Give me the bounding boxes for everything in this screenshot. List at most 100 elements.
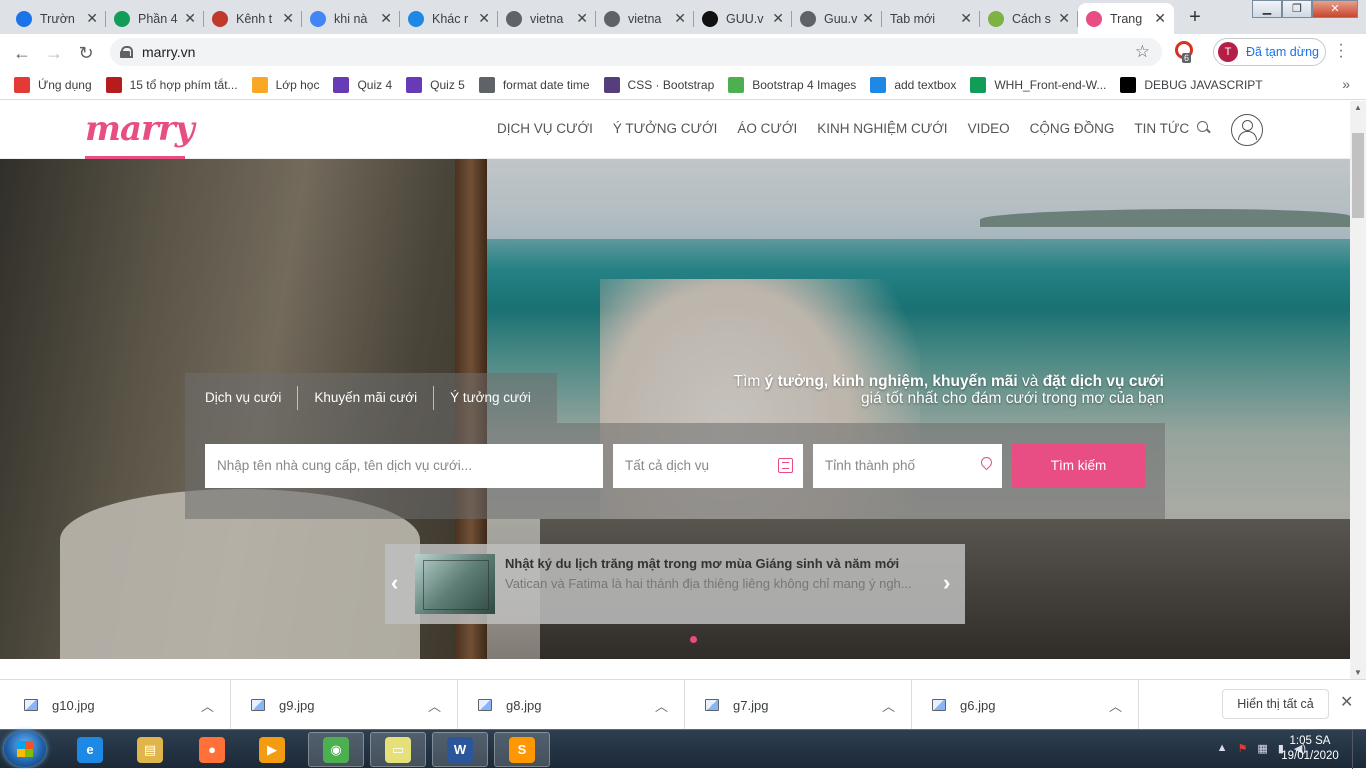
chevron-right-icon[interactable]: › <box>943 570 950 596</box>
browser-tab[interactable]: Cách s ✕ <box>980 3 1078 34</box>
bookmark-item[interactable]: Ứng dụng <box>14 76 92 93</box>
browser-tab[interactable]: Trang ✕ <box>1078 3 1174 34</box>
flag-icon[interactable]: ⚑ <box>1238 742 1248 755</box>
close-tab-icon[interactable]: ✕ <box>1154 10 1166 27</box>
bookmark-item[interactable]: format date time <box>478 76 590 93</box>
maximize-button[interactable]: ❐ <box>1282 0 1312 18</box>
taskbar-app[interactable]: W <box>432 732 488 767</box>
back-button[interactable]: ← <box>8 39 36 67</box>
close-tab-icon[interactable]: ✕ <box>184 10 196 27</box>
bookmark-item[interactable]: add textbox <box>870 76 956 93</box>
tab-wedding-ideas[interactable]: Ý tưởng cưới <box>434 386 547 410</box>
close-icon[interactable]: ✕ <box>1340 692 1353 712</box>
chevron-left-icon[interactable]: ‹ <box>391 570 398 596</box>
nav-item[interactable]: ÁO CƯỚI <box>737 121 797 136</box>
chrome-menu-icon[interactable]: · · · <box>1336 37 1346 65</box>
bookmark-item[interactable]: 15 tổ hợp phím tắt... <box>105 76 238 93</box>
browser-tab[interactable]: Trườn ✕ <box>8 3 106 34</box>
chevron-up-icon[interactable]: ︿ <box>655 696 668 715</box>
close-tab-icon[interactable]: ✕ <box>380 10 392 27</box>
close-tab-icon[interactable]: ✕ <box>86 10 98 27</box>
scroll-down-icon[interactable]: ▼ <box>1354 668 1362 677</box>
browser-tab[interactable]: GUU.v ✕ <box>694 3 792 34</box>
scrollbar-thumb[interactable] <box>1352 133 1364 218</box>
keyword-search-input[interactable]: Nhập tên nhà cung cấp, tên dịch vụ cưới.… <box>205 444 603 488</box>
bookmark-item[interactable]: DEBUG JAVASCRIPT <box>1120 76 1263 93</box>
user-account-icon[interactable] <box>1231 114 1263 146</box>
close-tab-icon[interactable]: ✕ <box>478 10 490 27</box>
close-tab-icon[interactable]: ✕ <box>576 10 588 27</box>
page-scrollbar[interactable]: ▲ ▼ <box>1350 101 1366 679</box>
browser-tab[interactable]: Tab mới ✕ <box>882 3 980 34</box>
profile-button[interactable]: T Đã tạm dừng <box>1213 38 1326 66</box>
close-tab-icon[interactable]: ✕ <box>772 10 784 27</box>
nav-item[interactable]: Ý TƯỞNG CƯỚI <box>613 121 717 136</box>
site-logo[interactable]: marry <box>85 109 195 149</box>
browser-tab[interactable]: khi nà ✕ <box>302 3 400 34</box>
browser-tab[interactable]: vietna ✕ <box>596 3 694 34</box>
chevron-up-icon[interactable]: ︿ <box>882 696 895 715</box>
bookmarks-overflow-icon[interactable]: » <box>1342 76 1350 92</box>
taskbar-app[interactable]: ● <box>184 732 240 767</box>
address-bar[interactable]: marry.vn ☆ <box>110 38 1162 66</box>
browser-tab[interactable]: Kênh t ✕ <box>204 3 302 34</box>
chevron-up-icon[interactable]: ︿ <box>1109 696 1122 715</box>
show-desktop-button[interactable] <box>1352 730 1366 769</box>
close-tab-icon[interactable]: ✕ <box>282 10 294 27</box>
taskbar-app[interactable]: S <box>494 732 550 767</box>
search-icon[interactable] <box>1197 121 1211 135</box>
bookmark-item[interactable]: WHH_Front-end-W... <box>970 76 1106 93</box>
taskbar-app[interactable]: ◉ <box>308 732 364 767</box>
download-item[interactable]: g10.jpg ︿ <box>4 680 231 730</box>
news-title[interactable]: Nhật ký du lịch trăng mật trong mơ mùa G… <box>505 556 899 571</box>
browser-tab[interactable]: Phần 4 ✕ <box>106 3 204 34</box>
apps-grid-icon <box>14 76 30 93</box>
start-button[interactable] <box>4 731 46 767</box>
slider-dot[interactable] <box>690 636 697 643</box>
close-tab-icon[interactable]: ✕ <box>674 10 686 27</box>
nav-item[interactable]: CỘNG ĐỒNG <box>1030 121 1115 136</box>
download-item[interactable]: g7.jpg ︿ <box>685 680 912 730</box>
tab-wedding-services[interactable]: Dịch vụ cưới <box>189 386 299 410</box>
chevron-up-icon[interactable]: ︿ <box>428 696 441 715</box>
download-item[interactable]: g8.jpg ︿ <box>458 680 685 730</box>
taskbar-app[interactable]: ▤ <box>122 732 178 767</box>
bookmark-star-icon[interactable]: ☆ <box>1135 42 1150 62</box>
bookmark-item[interactable]: Lớp học <box>251 76 319 93</box>
news-thumbnail[interactable] <box>415 554 495 614</box>
minimize-button[interactable]: ▁ <box>1252 0 1282 18</box>
nav-item[interactable]: TIN TỨC <box>1134 121 1189 136</box>
taskbar-app[interactable]: e <box>62 732 118 767</box>
nav-item[interactable]: VIDEO <box>968 121 1010 136</box>
browser-tab[interactable]: Guu.v ✕ <box>792 3 882 34</box>
download-item[interactable]: g6.jpg ︿ <box>912 680 1139 730</box>
bookmark-item[interactable]: Bootstrap 4 Images <box>728 76 856 93</box>
close-tab-icon[interactable]: ✕ <box>862 10 874 27</box>
close-window-button[interactable]: ✕ <box>1312 0 1358 18</box>
forward-button[interactable]: → <box>40 39 68 67</box>
scroll-up-icon[interactable]: ▲ <box>1354 103 1362 112</box>
tab-wedding-promotions[interactable]: Khuyến mãi cưới <box>298 386 435 410</box>
nav-item[interactable]: KINH NGHIỆM CƯỚI <box>817 121 947 136</box>
tray-expand-icon[interactable]: ▲ <box>1217 742 1228 755</box>
city-select[interactable]: Tỉnh thành phố <box>813 444 1002 488</box>
network-icon[interactable]: ▦ <box>1257 742 1267 755</box>
chevron-up-icon[interactable]: ︿ <box>201 696 214 715</box>
close-tab-icon[interactable]: ✕ <box>1058 10 1070 27</box>
taskbar-app[interactable]: ▶ <box>244 732 300 767</box>
show-all-downloads-button[interactable]: Hiển thị tất cả <box>1222 689 1329 719</box>
taskbar-app[interactable]: ▭ <box>370 732 426 767</box>
browser-tab[interactable]: vietna ✕ <box>498 3 596 34</box>
bookmark-item[interactable]: Quiz 4 <box>333 76 392 93</box>
taskbar-clock[interactable]: 1:05 SA 19/01/2020 <box>1278 734 1342 764</box>
close-tab-icon[interactable]: ✕ <box>960 10 972 27</box>
service-select[interactable]: Tất cả dịch vụ <box>613 444 803 488</box>
nav-item[interactable]: DỊCH VỤ CƯỚI <box>497 121 593 136</box>
reload-button[interactable]: ↻ <box>72 39 100 67</box>
browser-tab[interactable]: Khác r ✕ <box>400 3 498 34</box>
download-item[interactable]: g9.jpg ︿ <box>231 680 458 730</box>
new-tab-button[interactable]: + <box>1182 5 1208 31</box>
search-button[interactable]: Tìm kiếm <box>1012 444 1145 488</box>
bookmark-item[interactable]: Quiz 5 <box>406 76 465 93</box>
bookmark-item[interactable]: CSS · Bootstrap <box>603 76 714 93</box>
